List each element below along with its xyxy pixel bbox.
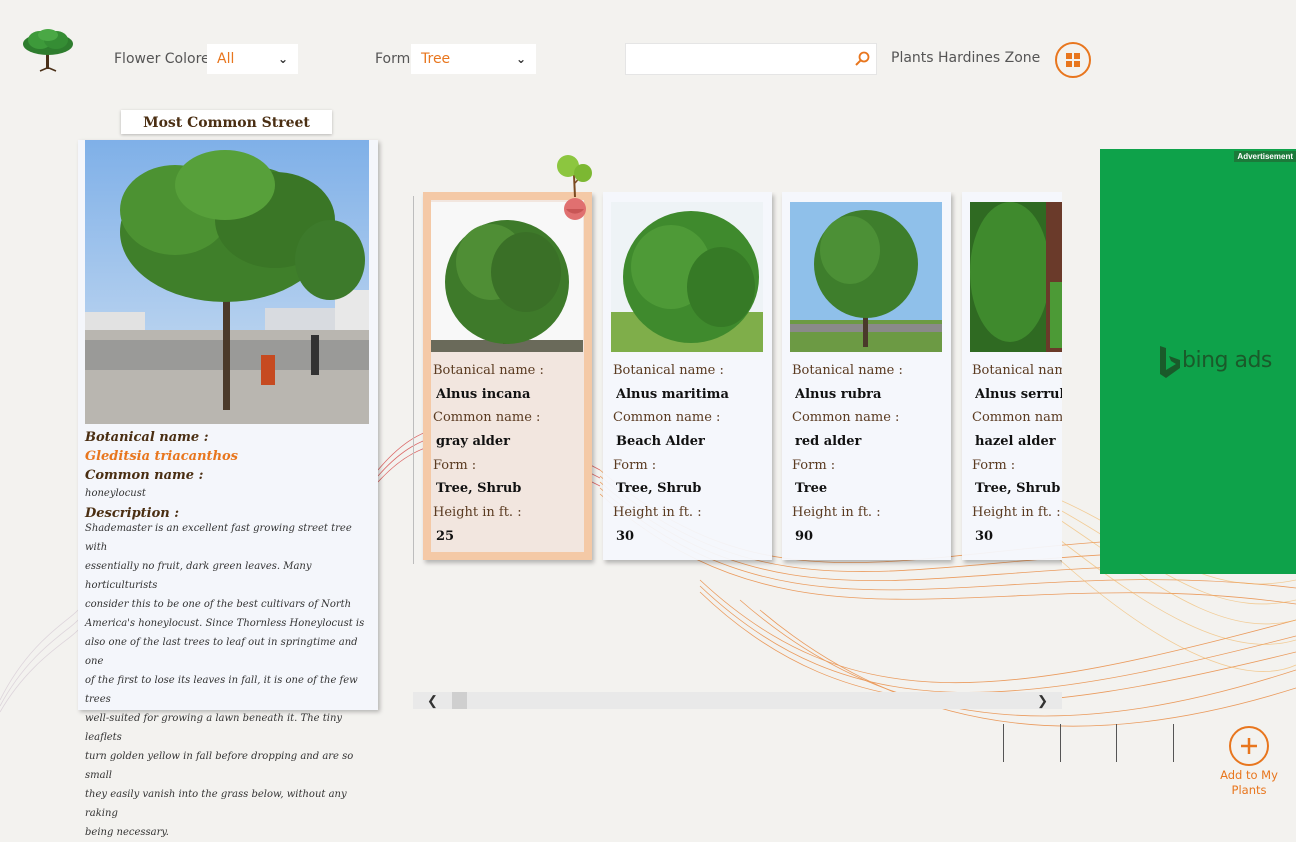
description-line: turn golden yellow in fall before droppi… [85, 751, 354, 781]
form-label: Form : [613, 458, 657, 473]
description-line: of the first to lose its leaves in fall,… [85, 675, 358, 705]
app-bar-divider [1173, 724, 1174, 762]
featured-description: Shademaster is an excellent fast growing… [85, 519, 370, 842]
botanical-name-label: Botanical name : [972, 363, 1062, 378]
advertisement-panel[interactable]: Advertisement bing ads [1100, 149, 1296, 574]
description-line: being necessary. [85, 827, 169, 838]
app-bar-divider [1060, 724, 1061, 762]
add-to-my-plants-button[interactable] [1229, 726, 1269, 766]
common-name-label: Common name : [792, 410, 900, 425]
plant-card-image [611, 202, 763, 352]
hardiness-zone-link[interactable]: Plants Hardines Zone [891, 50, 1040, 66]
description-line: also one of the last trees to leaf out i… [85, 637, 358, 667]
description-line: essentially no fruit, dark green leaves.… [85, 561, 312, 591]
height-value: 30 [975, 529, 994, 544]
description-line: Shademaster is an excellent fast growing… [85, 523, 352, 553]
common-name-value: Beach Alder [616, 434, 705, 449]
featured-tree-panel: Botanical name : Gleditsia triacanthos C… [78, 140, 378, 838]
form-label: Form : [792, 458, 836, 473]
plant-card[interactable]: Botanical name : Alnus incana Common nam… [423, 192, 592, 560]
flower-color-dropdown[interactable]: All ⌄ [207, 44, 298, 74]
featured-tree-image [85, 140, 369, 424]
plant-card-image [970, 202, 1062, 352]
botanical-name-label: Botanical name : [613, 363, 724, 378]
plant-card-body: Botanical name : Alnus rubra Common name… [790, 200, 943, 552]
ad-brand: bing ads [1182, 348, 1272, 373]
featured-botanical-label: Botanical name : [85, 430, 209, 445]
grid-menu-button[interactable] [1055, 42, 1091, 78]
botanical-name-label: Botanical name : [433, 363, 544, 378]
height-value: 25 [436, 529, 455, 544]
common-name-label: Common name : [972, 410, 1062, 425]
ad-tag: Advertisement [1234, 151, 1296, 162]
common-name-label: Common name : [613, 410, 721, 425]
plant-card-image [790, 202, 942, 352]
plant-card[interactable]: Botanical name : Alnus maritima Common n… [603, 192, 772, 560]
search-icon[interactable] [854, 51, 870, 67]
common-name-value: red alder [795, 434, 862, 449]
add-to-my-plants-label[interactable]: Add to My Plants [1214, 768, 1284, 798]
height-value: 30 [616, 529, 635, 544]
form-dropdown[interactable]: Tree ⌄ [411, 44, 536, 74]
grid-icon [1066, 53, 1080, 67]
common-name-value: hazel alder [975, 434, 1056, 449]
plant-card-list: Botanical name : Alnus incana Common nam… [413, 192, 1062, 572]
description-line: consider this to be one of the best cult… [85, 599, 352, 610]
botanical-name-value: Alnus maritima [616, 387, 729, 402]
scroll-right-icon[interactable]: ❯ [1037, 692, 1048, 709]
horizontal-scrollbar[interactable]: ❮ ❯ [413, 692, 1062, 709]
common-name-value: gray alder [436, 434, 511, 449]
height-label: Height in ft. : [613, 505, 702, 520]
flower-color-value: All [217, 51, 235, 67]
plant-card-image [431, 202, 583, 352]
botanical-name-value: Alnus serrulata [975, 387, 1062, 402]
scroll-left-icon[interactable]: ❮ [427, 692, 438, 709]
search-box [625, 43, 877, 75]
plus-icon [1241, 738, 1257, 754]
form-value: Tree, Shrub [436, 481, 522, 496]
height-label: Height in ft. : [433, 505, 522, 520]
form-value: Tree [795, 481, 828, 496]
add-label-line: Plants [1231, 783, 1267, 797]
app-bar-divider [1116, 724, 1117, 762]
plant-card[interactable]: Botanical name : Alnus serrulata Common … [962, 192, 1062, 560]
form-value: Tree, Shrub [616, 481, 702, 496]
description-line: America's honeylocust. Since Thornless H… [85, 618, 365, 629]
botanical-name-value: Alnus rubra [795, 387, 882, 402]
height-label: Height in ft. : [972, 505, 1061, 520]
tree-logo-icon[interactable] [20, 28, 76, 72]
featured-common-value: honeylocust [85, 488, 146, 499]
featured-common-label: Common name : [85, 468, 204, 483]
height-value: 90 [795, 529, 814, 544]
form-value: Tree [421, 51, 451, 67]
form-value: Tree, Shrub [975, 481, 1061, 496]
form-label: Form : [972, 458, 1016, 473]
chevron-down-icon: ⌄ [277, 52, 288, 66]
featured-title: Most Common Street Trees [121, 110, 332, 157]
height-label: Height in ft. : [792, 505, 881, 520]
add-label-line: Add to My [1220, 768, 1278, 782]
featured-botanical-value: Gleditsia triacanthos [85, 449, 239, 464]
form-label: Form : [433, 458, 477, 473]
form-label: Form [375, 51, 411, 67]
bing-logo-icon [1160, 346, 1180, 378]
botanical-name-label: Botanical name : [792, 363, 903, 378]
tree-pin-icon [557, 155, 592, 220]
botanical-name-value: Alnus incana [436, 387, 531, 402]
description-line: well-suited for growing a lawn beneath i… [85, 713, 343, 743]
plant-card-body: Botanical name : Alnus maritima Common n… [611, 200, 764, 552]
description-line: they easily vanish into the grass below,… [85, 789, 347, 819]
common-name-label: Common name : [433, 410, 541, 425]
scroll-thumb[interactable] [452, 692, 467, 709]
plant-card-body: Botanical name : Alnus incana Common nam… [431, 200, 584, 552]
chevron-down-icon: ⌄ [515, 52, 526, 66]
app-bar-divider [1003, 724, 1004, 762]
flower-color-label: Flower Colore: [114, 51, 215, 67]
search-input[interactable] [626, 44, 857, 72]
plant-card[interactable]: Botanical name : Alnus rubra Common name… [782, 192, 951, 560]
plant-card-body: Botanical name : Alnus serrulata Common … [970, 200, 1062, 552]
